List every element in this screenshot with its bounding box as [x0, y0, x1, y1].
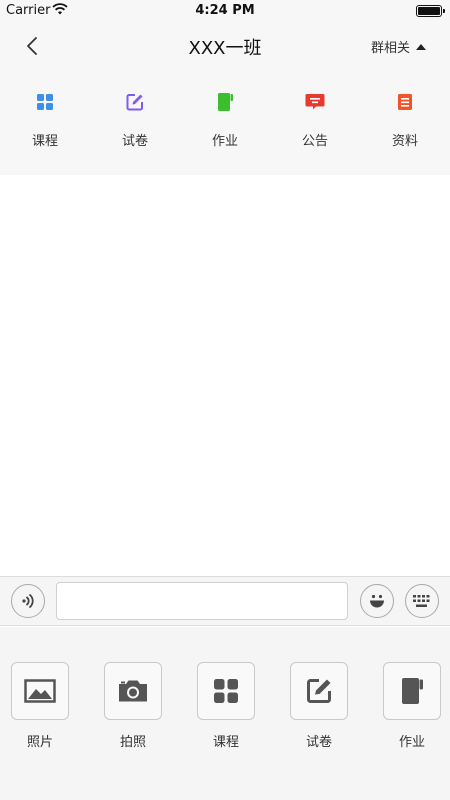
- caret-up-icon: [416, 43, 426, 50]
- quick-item-exam[interactable]: 试卷: [90, 70, 180, 175]
- tool-homework-button[interactable]: [383, 662, 441, 720]
- quick-item-course[interactable]: 课程: [0, 70, 90, 175]
- edit-icon: [125, 92, 145, 112]
- quick-item-label: 课程: [31, 134, 58, 149]
- quick-item-homework[interactable]: 作业: [180, 70, 270, 175]
- tool-homework[interactable]: 作业: [382, 662, 442, 750]
- message-input[interactable]: [56, 582, 348, 620]
- grid-icon: [214, 679, 238, 703]
- group-menu-button[interactable]: 群相关: [371, 37, 426, 56]
- tool-camera[interactable]: 拍照: [103, 662, 163, 750]
- document-icon: [395, 92, 415, 112]
- grid-icon: [35, 92, 55, 112]
- tool-label: 作业: [398, 735, 425, 750]
- tool-photo[interactable]: 照片: [10, 662, 70, 750]
- chat-message-area[interactable]: [0, 175, 450, 576]
- message-icon: [305, 92, 325, 112]
- quick-menu: 课程 试卷 作业 公告 资料: [0, 70, 450, 175]
- tool-course[interactable]: 课程: [196, 662, 256, 750]
- quick-item-label: 试卷: [121, 134, 148, 149]
- quick-item-materials[interactable]: 资料: [360, 70, 450, 175]
- tool-label: 课程: [212, 735, 239, 750]
- quick-item-label: 作业: [211, 134, 238, 149]
- attachment-tools-panel: 照片 拍照 课程 试卷 作业: [0, 627, 450, 800]
- tool-label: 照片: [26, 735, 53, 750]
- emoji-button[interactable]: [360, 584, 394, 618]
- tool-label: 试卷: [305, 735, 332, 750]
- tool-label: 拍照: [119, 735, 146, 750]
- group-menu-label: 群相关: [370, 41, 410, 56]
- status-bar: Carrier 4:24 PM: [0, 0, 450, 22]
- clock: 4:24 PM: [195, 3, 255, 18]
- notebook-icon: [402, 678, 423, 704]
- image-icon: [24, 679, 56, 703]
- notebook-icon: [215, 92, 235, 112]
- edit-icon: [307, 679, 331, 703]
- chevron-left-icon: [27, 37, 37, 55]
- voice-icon: [22, 594, 34, 608]
- tool-photo-button[interactable]: [11, 662, 69, 720]
- battery-icon: [416, 5, 445, 17]
- tool-course-button[interactable]: [197, 662, 255, 720]
- voice-button[interactable]: [11, 584, 45, 618]
- keyboard-button[interactable]: [405, 584, 439, 618]
- tool-exam[interactable]: 试卷: [289, 662, 349, 750]
- camera-icon: [119, 680, 147, 702]
- keyboard-icon: [413, 595, 430, 607]
- smile-icon: [370, 594, 384, 608]
- input-bar: [0, 576, 450, 626]
- quick-item-label: 公告: [301, 134, 328, 149]
- quick-item-notice[interactable]: 公告: [270, 70, 360, 175]
- nav-bar: XXX一班 群相关: [0, 22, 450, 70]
- tool-exam-button[interactable]: [290, 662, 348, 720]
- quick-item-label: 资料: [391, 134, 418, 149]
- tool-camera-button[interactable]: [104, 662, 162, 720]
- back-button[interactable]: [18, 32, 46, 60]
